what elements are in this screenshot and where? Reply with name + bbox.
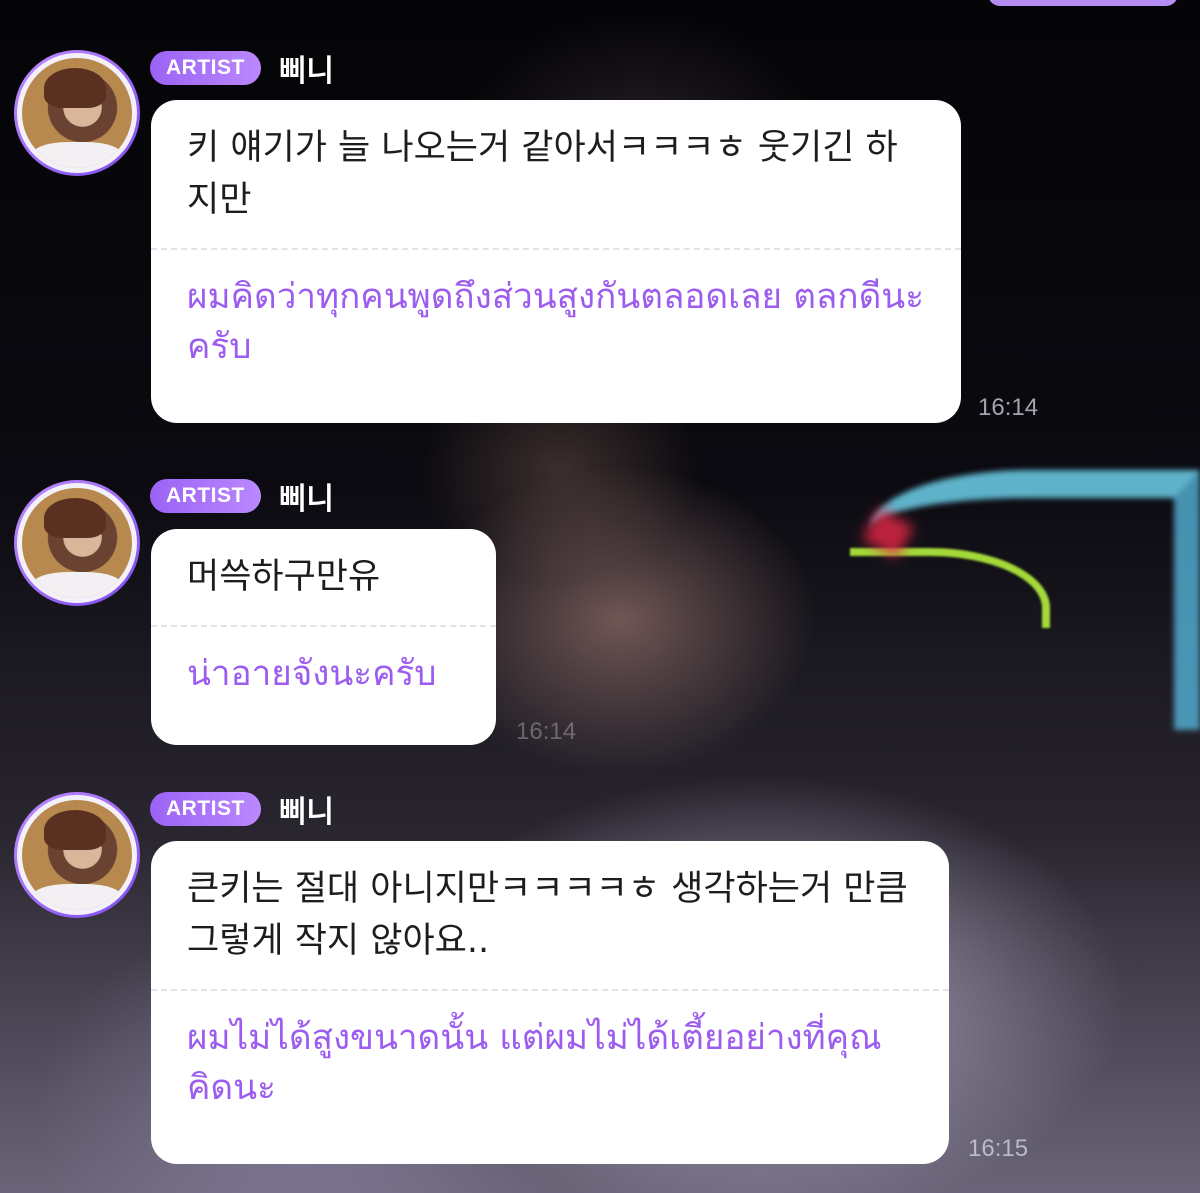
artist-avatar[interactable] (14, 480, 140, 606)
message-header: ARTIST 삐니 (150, 50, 334, 89)
message-translation-text: ผมคิดว่าทุกคนพูดถึงส่วนสูงกันตลอดเลย ตลก… (187, 277, 925, 367)
message-header: ARTIST 삐니 (150, 478, 334, 517)
artist-avatar[interactable] (14, 50, 140, 176)
artist-name[interactable]: 삐니 (279, 46, 334, 90)
message-bubble[interactable]: 키 얘기가 늘 나오는거 같아서ㅋㅋㅋㅎ 웃기긴 하지만 ผมคิดว่าทุก… (151, 100, 961, 423)
message-bubble[interactable]: 머쓱하구만유 น่าอายจังนะครับ (151, 529, 496, 745)
artist-avatar[interactable] (14, 792, 140, 918)
translation-divider (151, 248, 961, 250)
avatar-photo (22, 800, 132, 910)
artist-name[interactable]: 삐니 (279, 787, 334, 831)
translation-divider (151, 989, 949, 991)
message-timestamp: 16:15 (968, 1135, 1029, 1162)
message-translation-text: น่าอายจังนะครับ (187, 654, 437, 694)
message-timestamp: 16:14 (516, 718, 577, 745)
previous-message-bubble (988, 0, 1178, 6)
avatar-photo (22, 58, 132, 168)
translation-divider (151, 625, 496, 627)
message-header: ARTIST 삐니 (150, 791, 334, 830)
message-timestamp: 16:14 (978, 394, 1039, 421)
message-translation-text: ผมไม่ได้สูงขนาดนั้น แต่ผมไม่ได้เตี้ยอย่า… (187, 1018, 882, 1108)
message-bubble[interactable]: 큰키는 절대 아니지만ㅋㅋㅋㅋㅎ 생각하는거 만큼 그렇게 작지 않아요.. ผ… (151, 841, 949, 1164)
artist-badge: ARTIST (150, 51, 261, 85)
message-korean-text: 키 얘기가 늘 나오는거 같아서ㅋㅋㅋㅎ 웃기긴 하지만 (187, 128, 898, 220)
message-korean-text: 머쓱하구만유 (187, 557, 381, 597)
artist-badge: ARTIST (150, 792, 261, 826)
avatar-photo (22, 488, 132, 598)
artist-badge: ARTIST (150, 479, 261, 513)
message-korean-text: 큰키는 절대 아니지만ㅋㅋㅋㅋㅎ 생각하는거 만큼 그렇게 작지 않아요.. (187, 869, 908, 961)
artist-name[interactable]: 삐니 (279, 474, 334, 518)
